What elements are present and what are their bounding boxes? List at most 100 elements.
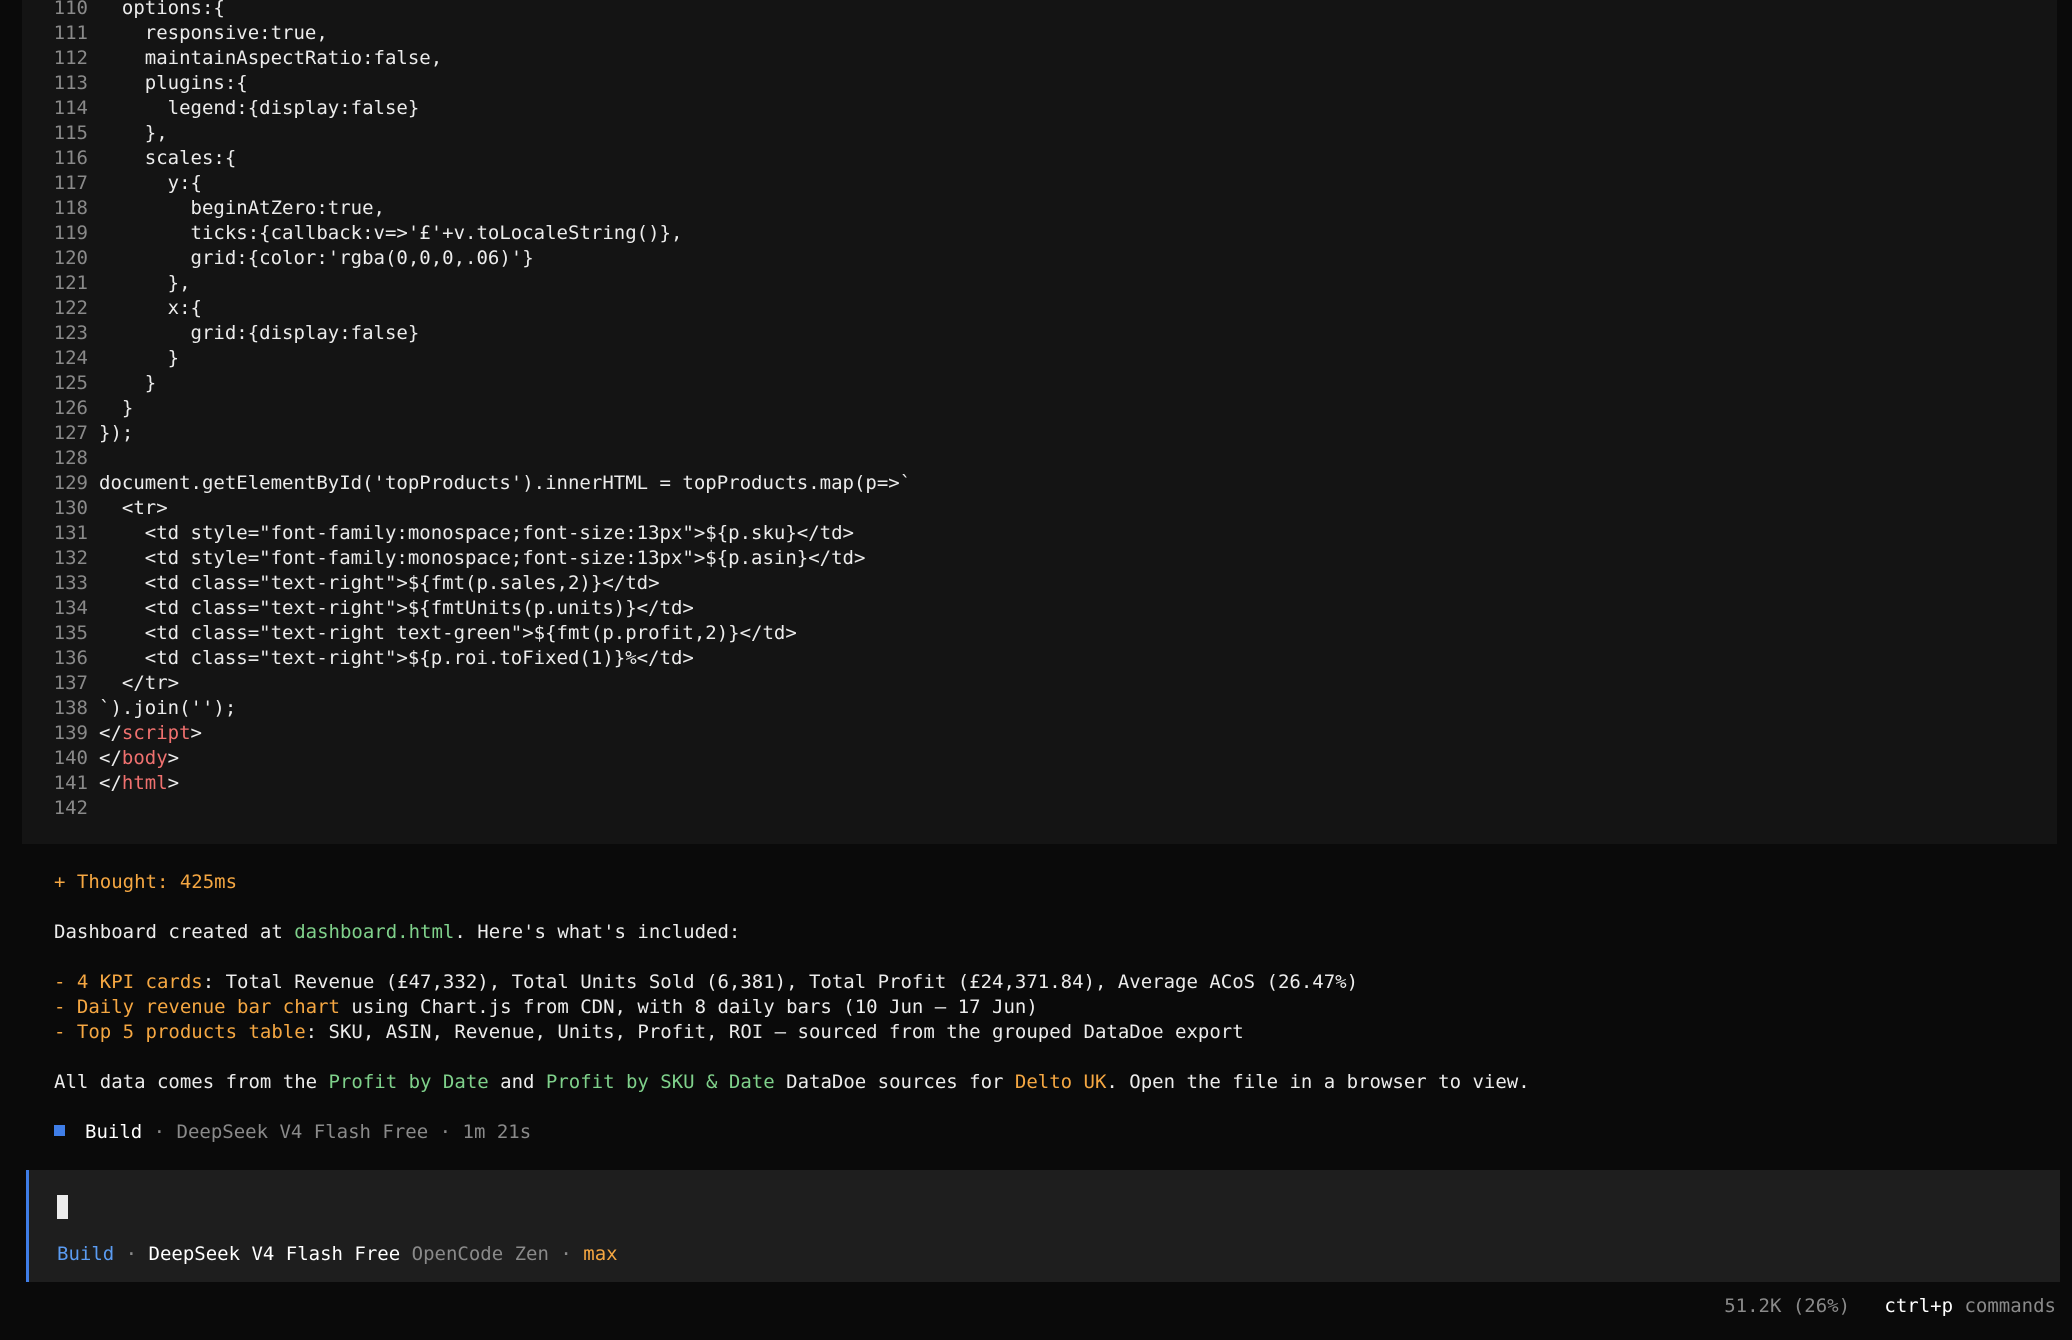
summary-prefix: Dashboard created at bbox=[54, 921, 295, 943]
code-line: 133 <td class="text-right">${fmt(p.sales… bbox=[22, 571, 660, 596]
line-number: 120 bbox=[53, 247, 88, 269]
model-selector[interactable]: DeepSeek V4 Flash Free bbox=[149, 1243, 401, 1265]
line-number: 125 bbox=[53, 372, 88, 394]
code-line: 124 } bbox=[22, 346, 179, 371]
line-number: 140 bbox=[53, 747, 88, 769]
summary-line: Dashboard created at dashboard.html. Her… bbox=[54, 920, 740, 945]
line-number: 118 bbox=[53, 197, 88, 219]
code-line: 132 <td style="font-family:monospace;fon… bbox=[22, 546, 866, 571]
line-number: 113 bbox=[53, 72, 88, 94]
code-text: <td style="font-family:monospace;font-si… bbox=[99, 547, 866, 569]
build-duration: 1m 21s bbox=[462, 1121, 532, 1143]
code-line: 126 } bbox=[22, 396, 134, 421]
line-number: 114 bbox=[53, 97, 88, 119]
code-line: 130 <tr> bbox=[22, 496, 168, 521]
line-number: 136 bbox=[53, 647, 88, 669]
code-line: 118 beginAtZero:true, bbox=[22, 196, 385, 221]
bullet-label: - Daily revenue bar chart bbox=[54, 996, 340, 1018]
line-number: 126 bbox=[53, 397, 88, 419]
code-text: grid:{display:false} bbox=[99, 322, 420, 344]
code-text: } bbox=[99, 397, 134, 419]
line-number: 128 bbox=[53, 447, 88, 469]
build-meta: Build · DeepSeek V4 Flash Free · 1m 21s bbox=[54, 1120, 531, 1145]
code-line: 115 }, bbox=[22, 121, 168, 146]
code-text: > bbox=[190, 722, 202, 744]
bullet-label: - Top 5 products table bbox=[54, 1021, 306, 1043]
code-text: <td class="text-right">${fmt(p.sales,2)}… bbox=[99, 572, 660, 594]
footer-status: 51.2K (26%) ctrl+p commands bbox=[1724, 1294, 2056, 1319]
variant-selector[interactable]: max bbox=[583, 1243, 617, 1265]
code-line: 119 ticks:{callback:v=>'£'+v.toLocaleStr… bbox=[22, 221, 683, 246]
code-line: 120 grid:{color:'rgba(0,0,0,.06)'} bbox=[22, 246, 534, 271]
bullet-label: - 4 KPI cards bbox=[54, 971, 203, 993]
code-line: 123 grid:{display:false} bbox=[22, 321, 420, 346]
input-status-line: Build · DeepSeek V4 Flash Free OpenCode … bbox=[57, 1242, 618, 1267]
source-profit-by-date: Profit by Date bbox=[328, 1071, 489, 1093]
code-text: x:{ bbox=[99, 297, 202, 319]
bullet-kpi: - 4 KPI cards: Total Revenue (£47,332), … bbox=[54, 970, 1358, 995]
line-number: 132 bbox=[53, 547, 88, 569]
code-text: options:{ bbox=[99, 0, 225, 19]
line-number: 110 bbox=[53, 0, 88, 19]
code-line: 134 <td class="text-right">${fmtUnits(p.… bbox=[22, 596, 694, 621]
line-number: 141 bbox=[53, 772, 88, 794]
code-line: 125 } bbox=[22, 371, 157, 396]
code-line: 138 `).join(''); bbox=[22, 696, 237, 721]
code-text: > bbox=[167, 747, 180, 769]
code-line: 137 </tr> bbox=[22, 671, 179, 696]
code-line: 140 </body> bbox=[22, 746, 179, 771]
code-text: <td class="text-right text-green">${fmt(… bbox=[99, 622, 797, 644]
file-link[interactable]: dashboard.html bbox=[294, 921, 454, 943]
code-text: }, bbox=[99, 122, 168, 144]
code-line: 129 document.getElementById('topProducts'… bbox=[22, 471, 912, 496]
thought-toggle[interactable]: + Thought: 425ms bbox=[54, 870, 237, 895]
line-number: 115 bbox=[53, 122, 88, 144]
bullet-table: - Top 5 products table: SKU, ASIN, Reven… bbox=[54, 1020, 1244, 1045]
line-number: 142 bbox=[53, 797, 88, 819]
line-number: 112 bbox=[53, 47, 88, 69]
code-text: y:{ bbox=[99, 172, 202, 194]
meta-sep: · bbox=[142, 1121, 177, 1143]
code-text: </tr> bbox=[99, 672, 180, 694]
code-text: plugins:{ bbox=[99, 72, 248, 94]
build-model: DeepSeek V4 Flash Free bbox=[176, 1121, 429, 1143]
code-line: 122 x:{ bbox=[22, 296, 202, 321]
code-line: 128 bbox=[22, 446, 99, 471]
line-number: 122 bbox=[53, 297, 88, 319]
line-number: 134 bbox=[53, 597, 88, 619]
provider-label: OpenCode Zen bbox=[400, 1243, 549, 1265]
code-text: > bbox=[167, 772, 180, 794]
status-sep: · bbox=[548, 1243, 584, 1265]
bullet-chart: - Daily revenue bar chart using Chart.js… bbox=[54, 995, 1038, 1020]
bullet-text: : Total Revenue (£47,332), Total Units S… bbox=[202, 971, 1359, 993]
build-square-icon bbox=[54, 1125, 65, 1136]
code-tag-name: html bbox=[121, 772, 168, 794]
line-number: 111 bbox=[53, 22, 88, 44]
code-text: </ bbox=[99, 722, 122, 744]
code-line: 136 <td class="text-right">${p.roi.toFix… bbox=[22, 646, 694, 671]
sources-prefix: All data comes from the bbox=[54, 1071, 329, 1093]
mode-selector[interactable]: Build bbox=[57, 1243, 114, 1265]
line-number: 133 bbox=[53, 572, 88, 594]
code-line: 135 <td class="text-right text-green">${… bbox=[22, 621, 797, 646]
prompt-input[interactable]: Build · DeepSeek V4 Flash Free OpenCode … bbox=[26, 1170, 2060, 1282]
line-number: 124 bbox=[53, 347, 88, 369]
code-line: 121 }, bbox=[22, 271, 191, 296]
code-text: legend:{display:false} bbox=[99, 97, 420, 119]
code-line: 112 maintainAspectRatio:false, bbox=[22, 46, 443, 71]
sources-mid2: DataDoe sources for bbox=[774, 1071, 1015, 1093]
code-text: }, bbox=[99, 272, 191, 294]
line-number: 130 bbox=[53, 497, 88, 519]
line-number: 139 bbox=[53, 722, 88, 744]
commands-shortcut[interactable]: ctrl+p bbox=[1884, 1295, 1953, 1317]
code-text: } bbox=[99, 347, 180, 369]
line-number: 117 bbox=[53, 172, 88, 194]
code-text: <tr> bbox=[99, 497, 168, 519]
code-text: scales:{ bbox=[99, 147, 237, 169]
source-profit-by-sku-date: Profit by SKU & Date bbox=[545, 1071, 775, 1093]
code-text: maintainAspectRatio:false, bbox=[99, 47, 443, 69]
code-text: }); bbox=[99, 422, 134, 444]
code-line: 142 bbox=[22, 796, 99, 821]
code-line: 117 y:{ bbox=[22, 171, 202, 196]
status-sep: · bbox=[114, 1243, 149, 1265]
